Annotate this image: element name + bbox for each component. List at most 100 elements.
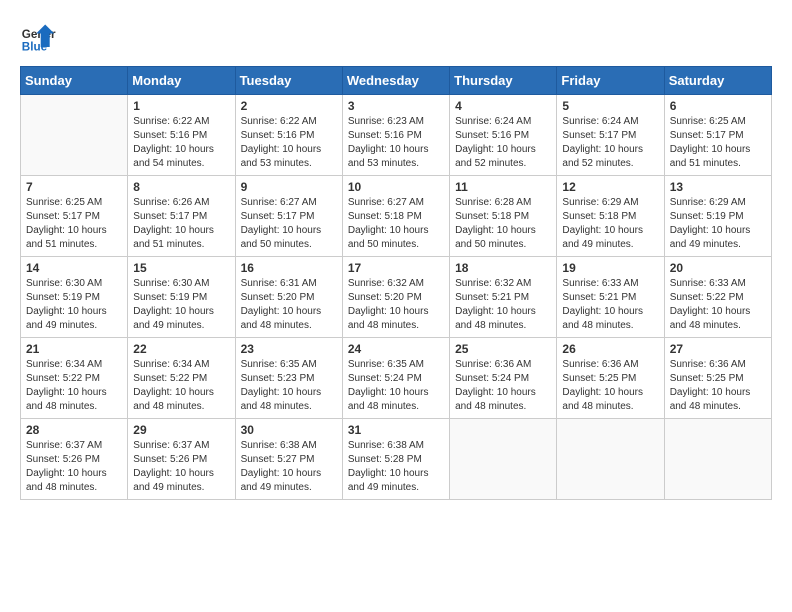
page-header: General Blue: [20, 20, 772, 56]
calendar-cell: 20 Sunrise: 6:33 AM Sunset: 5:22 PM Dayli…: [664, 257, 771, 338]
calendar-table: SundayMondayTuesdayWednesdayThursdayFrid…: [20, 66, 772, 500]
day-info: Sunrise: 6:32 AM Sunset: 5:20 PM Dayligh…: [348, 277, 444, 333]
day-number: 16: [241, 261, 337, 275]
weekday-header-tuesday: Tuesday: [235, 67, 342, 95]
day-number: 13: [670, 180, 766, 194]
weekday-header-row: SundayMondayTuesdayWednesdayThursdayFrid…: [21, 67, 772, 95]
calendar-cell: 13 Sunrise: 6:29 AM Sunset: 5:19 PM Dayli…: [664, 176, 771, 257]
day-number: 7: [26, 180, 122, 194]
calendar-cell: 4 Sunrise: 6:24 AM Sunset: 5:16 PM Daylig…: [450, 95, 557, 176]
day-info: Sunrise: 6:32 AM Sunset: 5:21 PM Dayligh…: [455, 277, 551, 333]
day-info: Sunrise: 6:30 AM Sunset: 5:19 PM Dayligh…: [26, 277, 122, 333]
svg-text:General: General: [22, 28, 56, 41]
day-number: 12: [562, 180, 658, 194]
calendar-week-row: 1 Sunrise: 6:22 AM Sunset: 5:16 PM Daylig…: [21, 95, 772, 176]
calendar-cell: [557, 419, 664, 500]
calendar-week-row: 7Sunrise: 6:25 AM Sunset: 5:17 PM Daylig…: [21, 176, 772, 257]
day-number: 20: [670, 261, 766, 275]
weekday-header-monday: Monday: [128, 67, 235, 95]
calendar-week-row: 14 Sunrise: 6:30 AM Sunset: 5:19 PM Dayli…: [21, 257, 772, 338]
calendar-cell: 1 Sunrise: 6:22 AM Sunset: 5:16 PM Daylig…: [128, 95, 235, 176]
calendar-cell: 24 Sunrise: 6:35 AM Sunset: 5:24 PM Dayli…: [342, 338, 449, 419]
calendar-cell: 12Sunrise: 6:29 AM Sunset: 5:18 PM Dayli…: [557, 176, 664, 257]
day-info: Sunrise: 6:34 AM Sunset: 5:22 PM Dayligh…: [26, 358, 122, 414]
weekday-header-sunday: Sunday: [21, 67, 128, 95]
day-info: Sunrise: 6:36 AM Sunset: 5:25 PM Dayligh…: [562, 358, 658, 414]
day-number: 31: [348, 423, 444, 437]
day-number: 30: [241, 423, 337, 437]
day-info: Sunrise: 6:34 AM Sunset: 5:22 PM Dayligh…: [133, 358, 229, 414]
day-number: 8: [133, 180, 229, 194]
day-info: Sunrise: 6:38 AM Sunset: 5:28 PM Dayligh…: [348, 439, 444, 495]
day-number: 26: [562, 342, 658, 356]
day-number: 23: [241, 342, 337, 356]
day-number: 24: [348, 342, 444, 356]
day-info: Sunrise: 6:26 AM Sunset: 5:17 PM Dayligh…: [133, 196, 229, 252]
weekday-header-wednesday: Wednesday: [342, 67, 449, 95]
day-info: Sunrise: 6:30 AM Sunset: 5:19 PM Dayligh…: [133, 277, 229, 333]
day-number: 10: [348, 180, 444, 194]
calendar-cell: 15 Sunrise: 6:30 AM Sunset: 5:19 PM Dayli…: [128, 257, 235, 338]
day-info: Sunrise: 6:27 AM Sunset: 5:17 PM Dayligh…: [241, 196, 337, 252]
day-number: 15: [133, 261, 229, 275]
calendar-cell: 9 Sunrise: 6:27 AM Sunset: 5:17 PM Daylig…: [235, 176, 342, 257]
day-info: Sunrise: 6:37 AM Sunset: 5:26 PM Dayligh…: [26, 439, 122, 495]
calendar-cell: 3 Sunrise: 6:23 AM Sunset: 5:16 PM Daylig…: [342, 95, 449, 176]
day-info: Sunrise: 6:22 AM Sunset: 5:16 PM Dayligh…: [133, 115, 229, 171]
day-info: Sunrise: 6:37 AM Sunset: 5:26 PM Dayligh…: [133, 439, 229, 495]
day-info: Sunrise: 6:29 AM Sunset: 5:19 PM Dayligh…: [670, 196, 766, 252]
day-number: 17: [348, 261, 444, 275]
day-number: 27: [670, 342, 766, 356]
day-number: 14: [26, 261, 122, 275]
calendar-cell: [664, 419, 771, 500]
calendar-cell: 25 Sunrise: 6:36 AM Sunset: 5:24 PM Dayli…: [450, 338, 557, 419]
logo-icon: General Blue: [20, 20, 56, 56]
calendar-cell: 22 Sunrise: 6:34 AM Sunset: 5:22 PM Dayli…: [128, 338, 235, 419]
day-info: Sunrise: 6:33 AM Sunset: 5:22 PM Dayligh…: [670, 277, 766, 333]
weekday-header-friday: Friday: [557, 67, 664, 95]
day-info: Sunrise: 6:38 AM Sunset: 5:27 PM Dayligh…: [241, 439, 337, 495]
calendar-cell: 31 Sunrise: 6:38 AM Sunset: 5:28 PM Dayli…: [342, 419, 449, 500]
day-number: 29: [133, 423, 229, 437]
calendar-cell: 27 Sunrise: 6:36 AM Sunset: 5:25 PM Dayli…: [664, 338, 771, 419]
day-info: Sunrise: 6:31 AM Sunset: 5:20 PM Dayligh…: [241, 277, 337, 333]
calendar-cell: 28Sunrise: 6:37 AM Sunset: 5:26 PM Dayli…: [21, 419, 128, 500]
calendar-week-row: 21Sunrise: 6:34 AM Sunset: 5:22 PM Dayli…: [21, 338, 772, 419]
day-info: Sunrise: 6:25 AM Sunset: 5:17 PM Dayligh…: [670, 115, 766, 171]
calendar-cell: 29 Sunrise: 6:37 AM Sunset: 5:26 PM Dayli…: [128, 419, 235, 500]
calendar-cell: [450, 419, 557, 500]
calendar-cell: 5 Sunrise: 6:24 AM Sunset: 5:17 PM Daylig…: [557, 95, 664, 176]
day-number: 25: [455, 342, 551, 356]
calendar-cell: 21Sunrise: 6:34 AM Sunset: 5:22 PM Dayli…: [21, 338, 128, 419]
day-info: Sunrise: 6:23 AM Sunset: 5:16 PM Dayligh…: [348, 115, 444, 171]
day-info: Sunrise: 6:36 AM Sunset: 5:25 PM Dayligh…: [670, 358, 766, 414]
day-number: 18: [455, 261, 551, 275]
day-number: 6: [670, 99, 766, 113]
calendar-cell: 2Sunrise: 6:22 AM Sunset: 5:16 PM Daylig…: [235, 95, 342, 176]
day-number: 22: [133, 342, 229, 356]
day-number: 5: [562, 99, 658, 113]
day-info: Sunrise: 6:24 AM Sunset: 5:17 PM Dayligh…: [562, 115, 658, 171]
logo: General Blue: [20, 20, 60, 56]
day-info: Sunrise: 6:24 AM Sunset: 5:16 PM Dayligh…: [455, 115, 551, 171]
day-number: 2: [241, 99, 337, 113]
day-number: 1: [133, 99, 229, 113]
day-number: 11: [455, 180, 551, 194]
calendar-cell: 11Sunrise: 6:28 AM Sunset: 5:18 PM Dayli…: [450, 176, 557, 257]
day-number: 9: [241, 180, 337, 194]
day-number: 4: [455, 99, 551, 113]
calendar-cell: 8 Sunrise: 6:26 AM Sunset: 5:17 PM Daylig…: [128, 176, 235, 257]
weekday-header-thursday: Thursday: [450, 67, 557, 95]
calendar-cell: 26 Sunrise: 6:36 AM Sunset: 5:25 PM Dayli…: [557, 338, 664, 419]
day-info: Sunrise: 6:27 AM Sunset: 5:18 PM Dayligh…: [348, 196, 444, 252]
calendar-cell: 23Sunrise: 6:35 AM Sunset: 5:23 PM Dayli…: [235, 338, 342, 419]
weekday-header-saturday: Saturday: [664, 67, 771, 95]
day-info: Sunrise: 6:33 AM Sunset: 5:21 PM Dayligh…: [562, 277, 658, 333]
calendar-cell: 30 Sunrise: 6:38 AM Sunset: 5:27 PM Dayli…: [235, 419, 342, 500]
calendar-cell: 7Sunrise: 6:25 AM Sunset: 5:17 PM Daylig…: [21, 176, 128, 257]
day-number: 19: [562, 261, 658, 275]
day-number: 3: [348, 99, 444, 113]
calendar-cell: [21, 95, 128, 176]
day-info: Sunrise: 6:36 AM Sunset: 5:24 PM Dayligh…: [455, 358, 551, 414]
day-info: Sunrise: 6:35 AM Sunset: 5:24 PM Dayligh…: [348, 358, 444, 414]
